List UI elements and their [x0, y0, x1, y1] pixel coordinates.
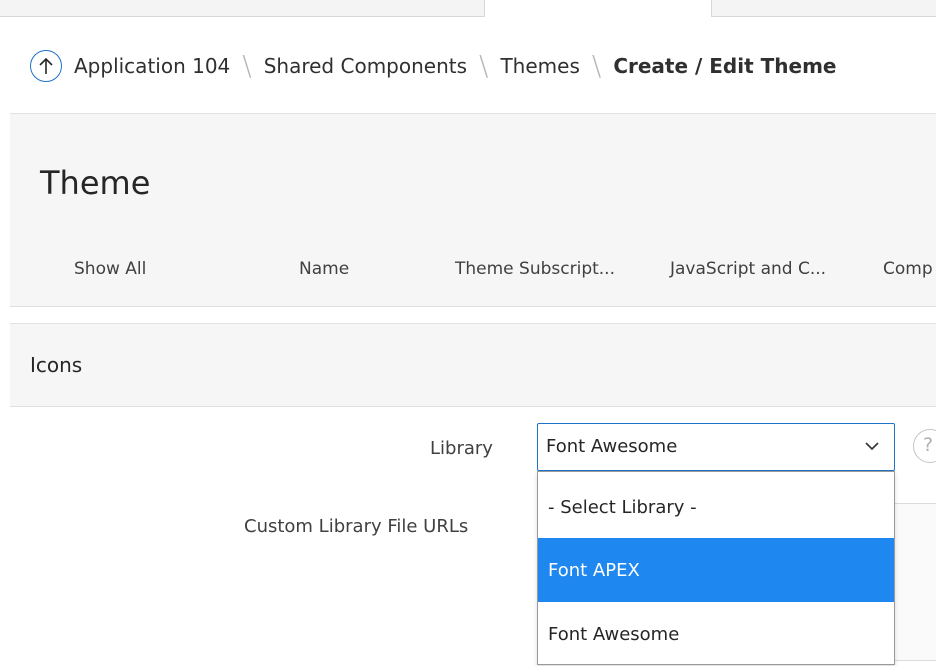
library-dropdown-list: - Select Library - Font APEX Font Awesom…	[537, 471, 895, 665]
header-panel: Theme Show All Name Theme Subscript... J…	[10, 113, 936, 307]
library-select-value: Font Awesome	[546, 436, 678, 457]
top-tab-right[interactable]	[711, 0, 936, 17]
breadcrumb-application[interactable]: Application 104	[74, 54, 230, 78]
breadcrumb-themes[interactable]: Themes	[500, 54, 579, 78]
custom-library-urls-label: Custom Library File URLs	[244, 516, 469, 537]
icons-region-header: Icons	[10, 323, 936, 407]
option-font-awesome[interactable]: Font Awesome	[538, 602, 894, 666]
region-title: Icons	[30, 353, 83, 377]
breadcrumb-separator: \	[591, 49, 602, 82]
custom-library-urls-field[interactable]	[893, 503, 936, 661]
tab-theme-subscription[interactable]: Theme Subscript...	[455, 259, 615, 279]
option-font-apex[interactable]: Font APEX	[538, 538, 894, 602]
top-tab-left[interactable]	[0, 0, 485, 17]
library-select[interactable]: Font Awesome	[537, 423, 895, 471]
breadcrumb-shared-components[interactable]: Shared Components	[264, 54, 467, 78]
up-arrow-icon[interactable]	[30, 50, 62, 82]
top-tab-strip	[0, 0, 936, 20]
help-icon-glyph: ?	[923, 434, 934, 456]
up-arrow-glyph	[39, 57, 53, 74]
library-label: Library	[430, 438, 493, 459]
option-select-library[interactable]: - Select Library -	[538, 475, 894, 539]
tab-components[interactable]: Comp	[883, 259, 933, 279]
breadcrumb-current: Create / Edit Theme	[613, 54, 837, 78]
breadcrumb-separator: \	[242, 49, 252, 82]
help-icon[interactable]: ?	[913, 429, 936, 463]
section-tabs: Show All Name Theme Subscript... JavaScr…	[10, 259, 936, 289]
breadcrumb: Application 104 \ Shared Components \ Th…	[30, 48, 836, 84]
breadcrumb-separator: \	[479, 49, 489, 82]
tab-javascript-css[interactable]: JavaScript and C...	[670, 259, 826, 279]
tab-name[interactable]: Name	[299, 259, 349, 279]
tab-show-all[interactable]: Show All	[74, 259, 146, 279]
page-title: Theme	[40, 164, 151, 202]
chevron-down-icon	[865, 442, 879, 451]
